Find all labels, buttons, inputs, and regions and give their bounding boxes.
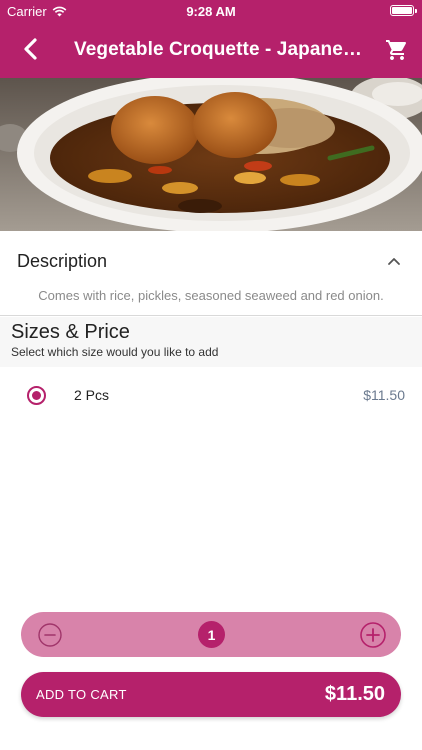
- sizes-header: Sizes & Price Select which size would yo…: [0, 317, 422, 367]
- navigation-bar: Vegetable Croquette - Japanese...: [0, 22, 422, 78]
- status-bar: Carrier 9:28 AM: [0, 0, 422, 22]
- minus-circle-icon[interactable]: [38, 623, 62, 647]
- size-option-label: 2 Pcs: [74, 387, 110, 403]
- size-radio-button[interactable]: [27, 386, 46, 405]
- radio-selected-dot: [32, 391, 41, 400]
- quantity-value: 1: [198, 621, 225, 648]
- description-section: Description Comes with rice, pickles, se…: [0, 231, 422, 316]
- description-title: Description: [17, 251, 108, 271]
- battery-icon: [390, 5, 417, 16]
- page-title: Vegetable Croquette - Japanese...: [74, 39, 370, 60]
- chevron-left-icon: [24, 38, 37, 60]
- cart-button[interactable]: [382, 35, 412, 65]
- sizes-title: Sizes & Price: [11, 321, 130, 343]
- app-header: Carrier 9:28 AM Vegetable Croquette - Ja…: [0, 0, 422, 78]
- size-option-price: $11.50: [363, 387, 405, 403]
- food-photo: [0, 78, 422, 231]
- description-text: Comes with rice, pickles, seasoned seawe…: [38, 288, 384, 303]
- add-to-cart-price: $11.50: [324, 683, 385, 705]
- sizes-subtitle: Select which size would you like to add: [11, 345, 219, 359]
- status-time: 9:28 AM: [186, 4, 236, 19]
- add-to-cart-button[interactable]: ADD TO CART $11.50: [21, 672, 401, 717]
- size-option-row[interactable]: 2 Pcs $11.50: [0, 375, 422, 415]
- shopping-cart-icon: [386, 40, 407, 60]
- quantity-stepper: 1: [21, 612, 401, 657]
- add-to-cart-label: ADD TO CART: [36, 687, 127, 702]
- back-button[interactable]: [16, 34, 46, 64]
- plus-circle-icon[interactable]: [360, 622, 386, 648]
- chevron-up-icon[interactable]: [386, 253, 402, 269]
